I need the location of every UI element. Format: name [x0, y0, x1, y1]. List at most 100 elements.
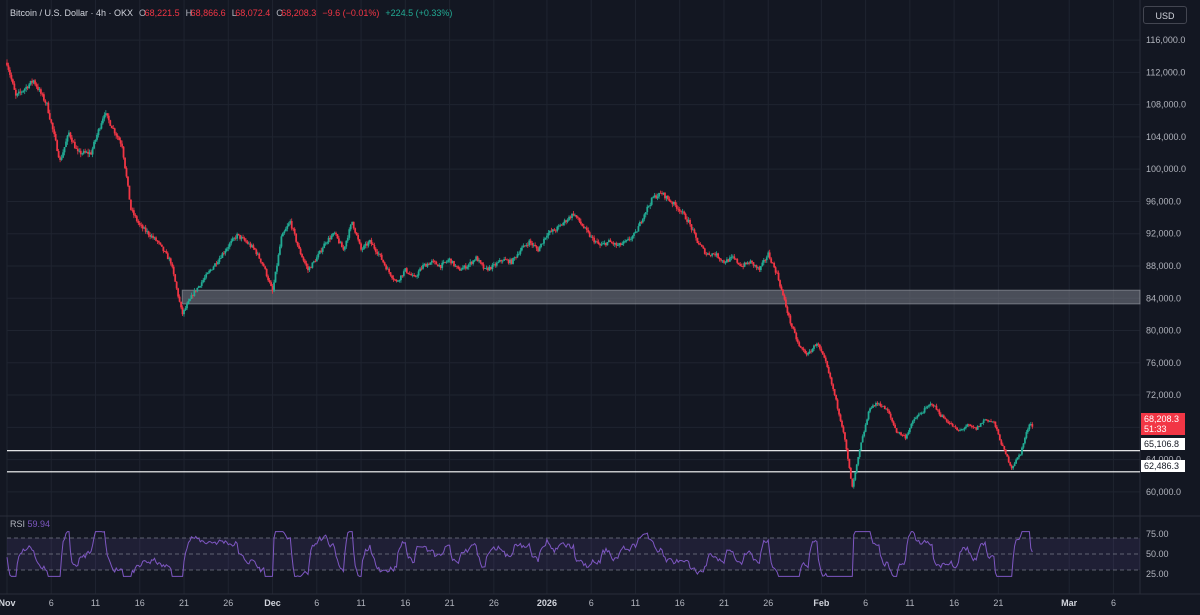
candle-body	[543, 238, 545, 244]
candle-body	[267, 276, 270, 281]
candle-body	[579, 221, 582, 224]
candle-body	[91, 148, 94, 155]
candle-body	[774, 267, 777, 273]
candle-body	[703, 248, 706, 254]
time-tick-label: 21	[719, 598, 729, 608]
candle-body	[1022, 443, 1025, 448]
candle-body	[392, 277, 395, 280]
candle-body	[335, 232, 337, 235]
candle-body	[1018, 455, 1020, 458]
candle-body	[53, 129, 56, 135]
candle-body	[998, 434, 1001, 441]
candle-body	[206, 272, 209, 275]
candle-body	[917, 414, 920, 417]
candle-body	[1016, 457, 1019, 460]
candle-body	[923, 408, 926, 413]
price-tick-label: 76,000.0	[1146, 358, 1181, 368]
candle-body	[838, 408, 840, 415]
candle-body	[795, 332, 798, 340]
price-tick-label: 80,000.0	[1146, 326, 1181, 336]
candle-body	[720, 259, 722, 261]
candle-body	[113, 128, 116, 134]
candle-body	[122, 146, 125, 158]
candle-body	[751, 260, 753, 263]
candle-body	[817, 343, 820, 345]
candle-body	[1028, 424, 1031, 430]
rsi-pane	[6, 530, 1140, 577]
candle-body	[200, 282, 203, 287]
candle-body	[785, 299, 787, 307]
candle-body	[858, 450, 861, 457]
candle-body	[237, 233, 240, 235]
candle-body	[675, 205, 678, 209]
candle-body	[268, 280, 271, 283]
candle-body	[718, 258, 721, 260]
candle-body	[820, 348, 823, 352]
candle-body	[821, 351, 824, 355]
candle-body	[895, 428, 898, 433]
time-tick-label: 21	[179, 598, 189, 608]
candle-body	[954, 426, 957, 428]
candle-body	[544, 237, 547, 239]
candle-body	[708, 253, 711, 255]
candle-body	[130, 199, 132, 210]
candle-body	[643, 214, 646, 220]
candle-body	[97, 129, 100, 136]
candle-body	[667, 195, 669, 199]
candle-body	[696, 237, 699, 244]
price-tick-label: 92,000.0	[1146, 229, 1181, 239]
price-tick-label: 108,000.0	[1146, 100, 1186, 110]
candle-body	[94, 139, 97, 142]
candle-body	[1021, 447, 1023, 455]
candle-body	[388, 268, 390, 273]
candle-body	[283, 231, 286, 234]
candle-body	[245, 240, 247, 242]
candle-body	[789, 315, 792, 324]
candle-body	[137, 220, 140, 223]
time-tick-label: Feb	[813, 598, 830, 608]
candle-body	[779, 280, 781, 287]
candle-body	[199, 286, 202, 287]
price-chart[interactable]: 116,000.0 112,000.0 108,000.0 104,000.0 100,…	[0, 0, 1200, 615]
candle-body	[138, 222, 141, 225]
candle-body	[461, 267, 464, 270]
candle-body	[697, 243, 700, 245]
candle-body	[529, 240, 532, 243]
candle-body	[106, 113, 109, 116]
candle-body	[668, 198, 671, 202]
candle-body	[1006, 453, 1009, 457]
candle-body	[264, 266, 267, 269]
candle-body	[466, 267, 469, 269]
candle-body	[183, 309, 185, 315]
candle-body	[630, 238, 632, 240]
time-tick-label: Nov	[0, 598, 16, 608]
candle-body	[854, 472, 857, 480]
candle-body	[81, 153, 84, 155]
candle-body	[693, 229, 696, 233]
candle-body	[942, 415, 945, 419]
candle-body	[546, 235, 548, 238]
candle-body	[456, 265, 458, 267]
candle-body	[203, 277, 206, 281]
candle-body	[519, 250, 522, 254]
candle-body	[57, 150, 60, 158]
candle-body	[969, 424, 972, 427]
candle-body	[218, 258, 221, 262]
candle-body	[222, 253, 225, 255]
price-tick-label: 96,000.0	[1146, 196, 1181, 206]
candle-body	[357, 235, 360, 240]
candle-body	[712, 253, 715, 255]
candle-body	[883, 405, 886, 410]
candle-body	[963, 428, 966, 430]
candle-body	[780, 286, 783, 290]
candle-body	[340, 242, 343, 248]
candle-body	[212, 266, 215, 270]
candle-body	[345, 240, 348, 247]
candle-body	[321, 248, 324, 252]
candle-body	[863, 431, 866, 437]
candle-body	[931, 403, 933, 405]
time-tick-label: 2026	[537, 598, 557, 608]
candle-body	[262, 263, 265, 267]
candle-body	[332, 233, 334, 236]
currency-button[interactable]: USD	[1143, 6, 1187, 24]
